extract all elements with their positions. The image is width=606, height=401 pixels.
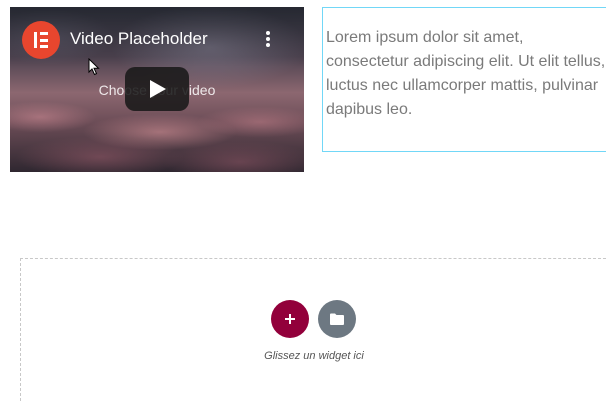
video-title[interactable]: Video Placeholder bbox=[70, 29, 208, 49]
drop-hint-text: Glissez un widget ici bbox=[264, 350, 364, 362]
video-widget[interactable]: Video Placeholder Choose your video bbox=[10, 7, 304, 172]
empty-section-drop-area[interactable]: Glissez un widget ici bbox=[20, 258, 606, 401]
add-new-section-button[interactable] bbox=[271, 300, 309, 338]
add-template-button[interactable] bbox=[318, 300, 356, 338]
play-icon bbox=[150, 80, 166, 98]
text-widget-body: Lorem ipsum dolor sit amet, consectetur … bbox=[326, 29, 606, 118]
mouse-cursor-icon bbox=[88, 58, 100, 76]
text-editor-widget[interactable]: Lorem ipsum dolor sit amet, consectetur … bbox=[322, 7, 606, 152]
editor-canvas: Video Placeholder Choose your video Lore… bbox=[0, 0, 606, 401]
kebab-menu-icon[interactable] bbox=[265, 31, 271, 47]
play-button[interactable] bbox=[125, 67, 189, 111]
folder-icon bbox=[330, 313, 344, 325]
elementor-logo-icon bbox=[22, 21, 60, 59]
